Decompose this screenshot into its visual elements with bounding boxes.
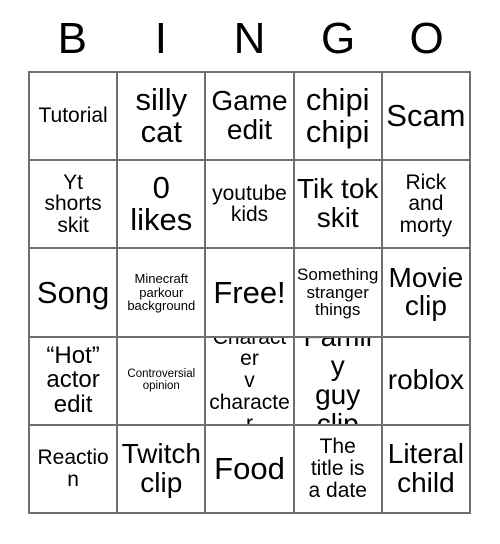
bingo-cell-r2c2[interactable]: 0 likes [118, 161, 207, 250]
bingo-cell-label: Free! [213, 274, 286, 310]
bingo-cell-r4c3[interactable]: Character v character [206, 337, 295, 426]
bingo-cell-r2c1[interactable]: Yt shorts skit [30, 161, 119, 250]
bingo-cell-r3c2[interactable]: Minecraft parkour background [118, 249, 207, 338]
bingo-cell-r3c5[interactable]: Movie clip [382, 249, 471, 338]
bingo-header-letter-g: G [320, 14, 356, 63]
bingo-cell-label: Something stranger things [297, 265, 379, 320]
bingo-cell-r3c4[interactable]: Something stranger things [294, 249, 383, 338]
bingo-cell-label: Reaction [37, 446, 109, 491]
bingo-cell-label: Game edit [211, 85, 288, 146]
bingo-cell-label: The title is a date [308, 435, 367, 502]
bingo-cell-label: Tik tok skit [296, 173, 379, 234]
bingo-cell-r4c5[interactable]: roblox [382, 337, 471, 426]
bingo-cell-label: Controversial opinion [127, 367, 196, 392]
bingo-cell-label: chipi chipi [305, 82, 370, 150]
bingo-cell-label: roblox [387, 364, 465, 396]
bingo-cell-r4c4[interactable]: Family guy clip [294, 337, 383, 426]
bingo-card: B I N G O Tutorial silly cat Game edit c… [0, 0, 500, 544]
bingo-cell-r5c3[interactable]: Food [206, 425, 295, 514]
bingo-cell-r3c1[interactable]: Song [30, 249, 119, 338]
bingo-cell-free-space[interactable]: Free! [206, 249, 295, 338]
bingo-cell-r1c5[interactable]: Scam [382, 73, 471, 162]
bingo-cell-label: silly cat [135, 82, 188, 150]
bingo-cell-r5c5[interactable]: Literal child [382, 425, 471, 514]
bingo-cell-r5c2[interactable]: Twitch clip [118, 425, 207, 514]
bingo-cell-r1c2[interactable]: silly cat [118, 73, 207, 162]
bingo-cell-r2c3[interactable]: youtube kids [206, 161, 295, 250]
bingo-cell-label: Rick and morty [399, 170, 453, 238]
bingo-header-letter-n: N [233, 14, 266, 63]
bingo-header-row: B I N G O [28, 8, 471, 70]
bingo-cell-label: Food [214, 450, 285, 486]
bingo-cell-label: Literal child [387, 438, 465, 498]
bingo-cell-r5c4[interactable]: The title is a date [294, 425, 383, 514]
bingo-cell-label: Character v character [209, 338, 290, 426]
bingo-cell-label: Minecraft parkour background [127, 271, 196, 314]
bingo-cell-label: Tutorial [38, 104, 108, 128]
bingo-cell-label: Song [36, 274, 110, 310]
bingo-cell-r5c1[interactable]: Reaction [30, 425, 119, 514]
bingo-cell-r4c1[interactable]: “Hot” actor edit [30, 337, 119, 426]
bingo-cell-label: youtube kids [212, 181, 287, 227]
bingo-cell-label: 0 likes [130, 170, 193, 238]
bingo-grid: Tutorial silly cat Game edit chipi chipi… [28, 71, 471, 514]
bingo-cell-r2c5[interactable]: Rick and morty [382, 161, 471, 250]
bingo-cell-label: Family guy clip [303, 338, 371, 426]
bingo-cell-label: Twitch clip [121, 438, 201, 498]
bingo-cell-label: Yt shorts skit [44, 170, 102, 238]
bingo-cell-label: Scam [386, 98, 466, 134]
bingo-cell-label: Movie clip [388, 261, 464, 322]
bingo-cell-r1c4[interactable]: chipi chipi [294, 73, 383, 162]
bingo-cell-r1c1[interactable]: Tutorial [30, 73, 119, 162]
bingo-cell-label: “Hot” actor edit [46, 341, 100, 419]
bingo-header-letter-b: B [57, 14, 87, 63]
bingo-cell-r4c2[interactable]: Controversial opinion [118, 337, 207, 426]
bingo-header-letter-o: O [409, 14, 444, 63]
bingo-cell-r2c4[interactable]: Tik tok skit [294, 161, 383, 250]
bingo-cell-r1c3[interactable]: Game edit [206, 73, 295, 162]
bingo-header-letter-i: I [154, 14, 167, 63]
